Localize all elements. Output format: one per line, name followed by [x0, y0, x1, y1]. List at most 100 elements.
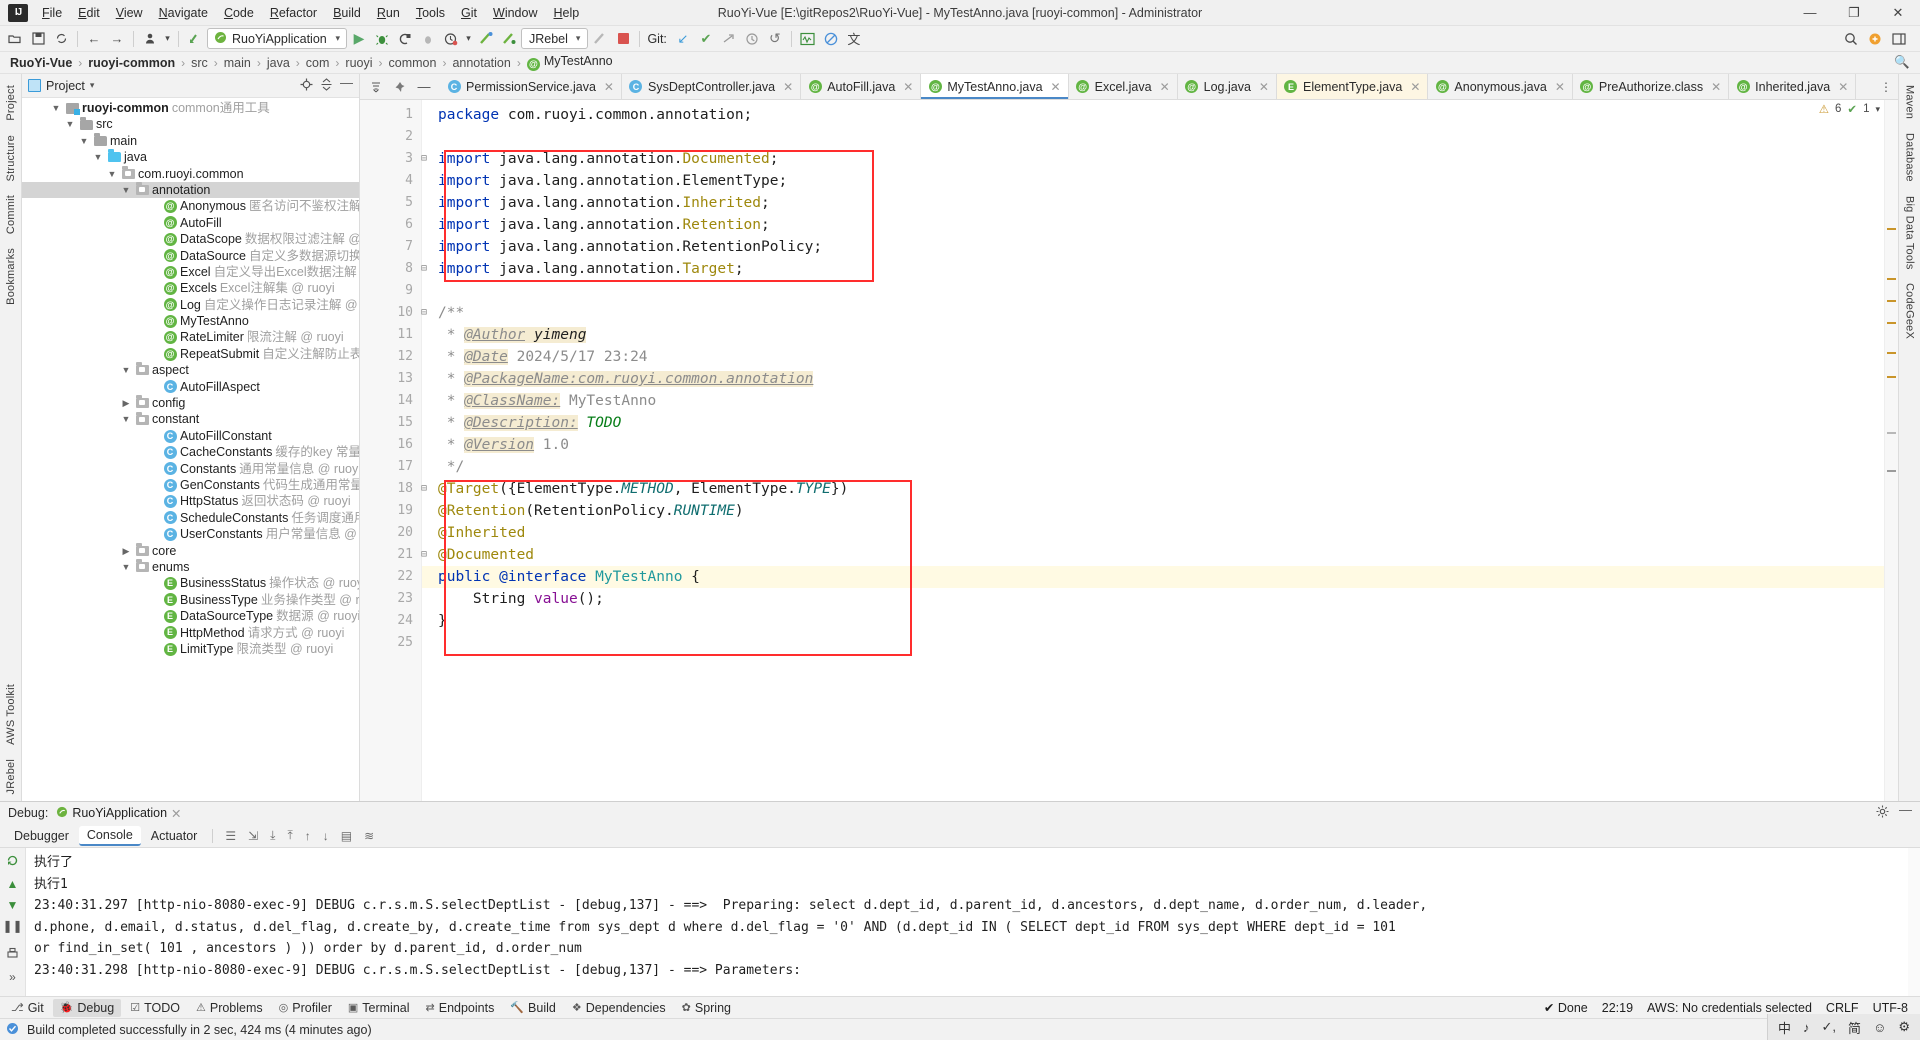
close-icon[interactable]: ✕ [1711, 80, 1721, 94]
close-icon[interactable]: ✕ [783, 80, 793, 94]
navigate-back-icon[interactable]: ← [83, 28, 105, 50]
line-number[interactable]: 22 [360, 566, 421, 588]
console-output[interactable]: 执行了 执行1 23:40:31.297 [http-nio-8080-exec-9… [26, 848, 1908, 996]
tree-node-genconstants[interactable]: ▶CGenConstants 代码生成通用常量 @ ruoyi [22, 477, 359, 493]
line-number[interactable]: 15 [360, 412, 421, 434]
breadcrumb-item-src[interactable]: src [187, 55, 212, 71]
menu-item-navigate[interactable]: Navigate [151, 3, 216, 23]
chevron-down-icon[interactable]: ▼ [92, 149, 104, 165]
minimize-button[interactable]: — [1788, 0, 1832, 26]
step-down-icon[interactable]: ▼ [7, 898, 19, 912]
tree-node-ruoyi-common[interactable]: ▼ ruoyi-common common通用工具 [22, 100, 359, 116]
tree-node-autofillaspect[interactable]: ▶CAutoFillAspect [22, 379, 359, 395]
line-number[interactable]: 14 [360, 390, 421, 412]
plugin-icon[interactable] [1864, 28, 1886, 50]
chevron-down-icon[interactable]: ▼ [120, 362, 132, 378]
tree-node-httpstatus[interactable]: ▶CHttpStatus 返回状态码 @ ruoyi [22, 493, 359, 509]
coverage-icon[interactable] [394, 28, 416, 50]
tree-node-businessstatus[interactable]: ▶EBusinessStatus 操作状态 @ ruoyi [22, 575, 359, 591]
menu-item-code[interactable]: Code [216, 3, 262, 23]
tree-node-mytestanno[interactable]: ▶@MyTestAnno [22, 313, 359, 329]
menu-item-view[interactable]: View [108, 3, 151, 23]
code-line[interactable]: import java.lang.annotation.Documented; [422, 148, 1884, 170]
pause-icon[interactable]: ❚❚ [2, 919, 22, 933]
code-line[interactable]: package com.ruoyi.common.annotation; [422, 104, 1884, 126]
tree-node-limittype[interactable]: ▶ELimitType 限流类型 @ ruoyi [22, 641, 359, 657]
code-line[interactable]: @Documented [422, 544, 1884, 566]
tree-node-scheduleconstants[interactable]: ▶CScheduleConstants 任务调度通用常量 @ ruoyi [22, 510, 359, 526]
line-number[interactable]: 5 [360, 192, 421, 214]
jrebel-run-icon[interactable] [589, 28, 611, 50]
breadcrumb-item-annotation[interactable]: annotation [448, 55, 514, 71]
tool-rail-database[interactable]: Database [1901, 126, 1919, 189]
scroll-down-icon[interactable]: ⤓ [265, 828, 280, 843]
code-line[interactable]: public @interface MyTestAnno { [422, 566, 1884, 588]
breadcrumb-item-ruoyi-common[interactable]: ruoyi-common [84, 55, 179, 71]
menu-item-refactor[interactable]: Refactor [262, 3, 325, 23]
project-tree[interactable]: ▼ ruoyi-common common通用工具 ▼ src ▼ main ▼ java ▼ c… [22, 98, 359, 801]
editor-tab-excel-java[interactable]: @ Excel.java ✕ [1068, 74, 1178, 99]
tree-node-annotation[interactable]: ▼ annotation [22, 181, 359, 199]
line-number[interactable]: 10 ⊟ [360, 302, 427, 324]
layout-icon[interactable] [1888, 28, 1910, 50]
chevron-down-icon[interactable]: ▼ [50, 100, 62, 116]
menu-item-edit[interactable]: Edit [70, 3, 108, 23]
tree-node-datascope[interactable]: ▶@DataScope 数据权限过滤注解 @ ruoyi [22, 231, 359, 247]
debug-icon[interactable] [371, 28, 393, 50]
editor-markers-strip[interactable] [1884, 100, 1898, 801]
menu-item-help[interactable]: Help [545, 3, 587, 23]
sync-icon[interactable] [50, 28, 72, 50]
code-line[interactable] [422, 280, 1884, 302]
code-line[interactable]: * @Description: TODO [422, 412, 1884, 434]
more-tabs-icon[interactable]: ⋮ [1874, 74, 1898, 99]
tool-rail-bookmarks[interactable]: Bookmarks [2, 241, 20, 312]
code-line[interactable]: * @Version 1.0 [422, 434, 1884, 456]
tree-node-main[interactable]: ▼ main [22, 132, 359, 149]
settings-gear-icon[interactable] [1876, 805, 1889, 821]
rerun-icon[interactable] [6, 854, 19, 870]
chevron-down-icon[interactable]: ▼ [120, 411, 132, 427]
line-number[interactable]: 23 [360, 588, 421, 610]
chevron-down-icon[interactable]: ▾ [335, 33, 340, 44]
code-line[interactable]: @Inherited [422, 522, 1884, 544]
line-number[interactable]: 2 [360, 126, 421, 148]
close-icon[interactable]: ✕ [1410, 80, 1420, 94]
breadcrumb-item-ruoyi-vue[interactable]: RuoYi-Vue [6, 55, 76, 71]
code-line[interactable]: @Retention(RetentionPolicy.RUNTIME) [422, 500, 1884, 522]
ime-button-1[interactable]: ♪ [1803, 1020, 1810, 1035]
chevron-down-icon[interactable]: ▾ [90, 80, 95, 91]
editor-gutter[interactable]: 1 2 3 ⊟ 4 5 6 7 8 ⊟ 9 10 ⊟ 11 12 13 14 15 16 17 18 ⊟ 19 20 21 ⊟ 22… [360, 100, 427, 801]
line-number[interactable]: 16 [360, 434, 421, 456]
locate-file-icon[interactable] [300, 78, 313, 94]
tree-node-businesstype[interactable]: ▶EBusinessType 业务操作类型 @ ruoyi [22, 592, 359, 608]
code-line[interactable]: import java.lang.annotation.RetentionPol… [422, 236, 1884, 258]
ime-button-5[interactable]: ⚙ [1898, 1019, 1910, 1035]
breadcrumb-item-main[interactable]: main [220, 55, 255, 71]
save-icon[interactable] [27, 28, 49, 50]
ime-button-4[interactable]: ☺ [1873, 1020, 1886, 1035]
line-number[interactable]: 7 [360, 236, 421, 258]
console-scrollbar[interactable] [1908, 848, 1920, 996]
tool-window-button-problems[interactable]: ⚠ Problems [189, 999, 270, 1017]
editor-tab-permissionservice-java[interactable]: C PermissionService.java ✕ [440, 74, 622, 99]
menu-item-git[interactable]: Git [453, 3, 485, 23]
chevron-right-icon[interactable]: ▶ [120, 395, 132, 411]
down-icon[interactable]: ↓ [318, 829, 334, 843]
close-icon[interactable]: ✕ [903, 80, 913, 94]
tool-rail-maven[interactable]: Maven [1901, 78, 1919, 126]
line-number[interactable]: 4 [360, 170, 421, 192]
update-project-icon[interactable] [184, 28, 206, 50]
open-icon[interactable] [4, 28, 26, 50]
tree-node-config[interactable]: ▶ config [22, 395, 359, 411]
chevron-down-icon[interactable]: ▾ [576, 33, 581, 44]
debug-tab-debugger[interactable]: Debugger [6, 827, 77, 845]
tool-rail-project[interactable]: Project [2, 78, 20, 128]
tree-node-autofillconstant[interactable]: ▶CAutoFillConstant [22, 428, 359, 444]
editor-tab-preauthorize-class[interactable]: @ PreAuthorize.class ✕ [1572, 74, 1730, 99]
chevron-down-icon[interactable]: ▼ [106, 166, 118, 182]
hide-panel-icon[interactable]: — [1899, 803, 1912, 821]
print-icon[interactable] [6, 947, 19, 963]
tree-node-autofill[interactable]: ▶@AutoFill [22, 215, 359, 231]
run-configuration-selector[interactable]: RuoYiApplication ▾ [207, 28, 347, 49]
editor-tabs[interactable]: C PermissionService.java ✕ C SysDeptControll… [440, 74, 1857, 99]
